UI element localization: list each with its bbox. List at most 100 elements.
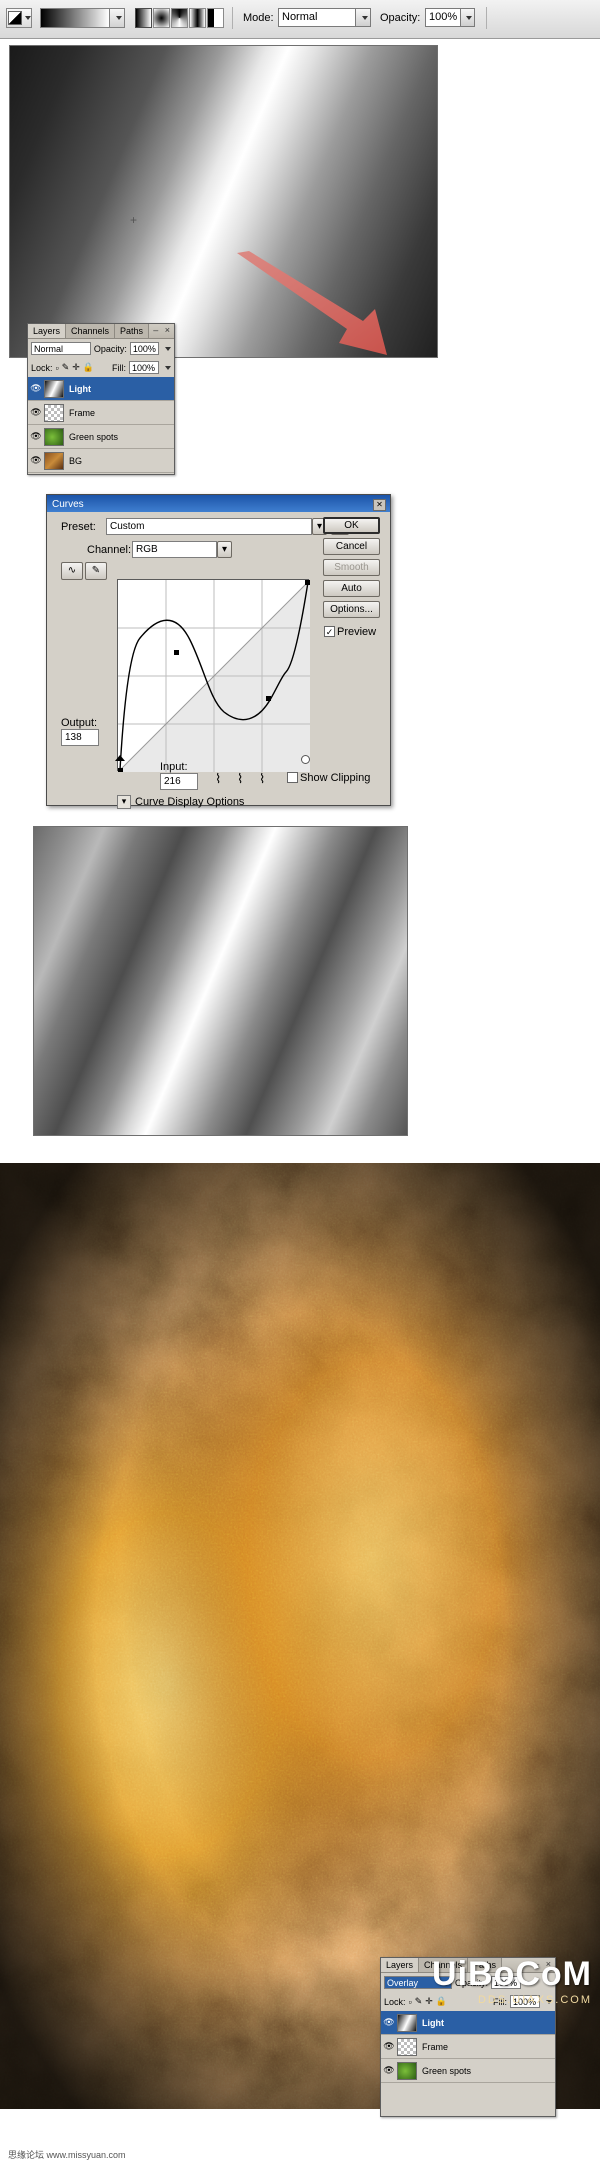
auto-button[interactable]: Auto [323, 580, 380, 597]
eye-icon[interactable]: 👁 [381, 2041, 397, 2052]
output-label: Output: [61, 717, 98, 729]
cancel-button[interactable]: Cancel [323, 538, 380, 555]
expand-chevron-icon[interactable]: ▾ [117, 795, 131, 809]
curve-edit-point-tool-icon[interactable]: ∿ [61, 562, 83, 580]
curve-display-options-label: Curve Display Options [135, 796, 245, 808]
layer-name: Green spots [69, 431, 119, 442]
lock-transparent-icon[interactable]: ▫ [409, 1997, 412, 2007]
show-clipping-label: Show Clipping [300, 772, 371, 784]
curve-pencil-tool-icon[interactable]: ✎ [85, 562, 107, 580]
radial-gradient-icon[interactable] [153, 8, 170, 28]
input-input[interactable]: 216 [160, 773, 198, 790]
eye-icon[interactable]: 👁 [28, 407, 44, 418]
layer-row-green-spots[interactable]: 👁 Green spots [28, 425, 174, 449]
white-point-marker[interactable] [301, 755, 310, 764]
layer-blend-mode-select[interactable]: Normal [31, 342, 91, 355]
opacity-label: Opacity: [380, 12, 421, 24]
eyedropper-white-icon[interactable]: ⌇ [259, 771, 265, 787]
opacity-slider-arrow[interactable] [461, 8, 475, 27]
diamond-gradient-icon[interactable] [207, 8, 224, 28]
watermark: UiBoCoM DDS.UIAXS.COM [432, 1955, 592, 2006]
gradient-preview-swatch[interactable] [40, 8, 110, 28]
layer-opacity-label: Opacity: [93, 343, 127, 354]
curves-graph-svg[interactable] [117, 579, 311, 773]
preset-select[interactable]: Custom [106, 518, 312, 535]
blend-mode-select[interactable]: Normal [278, 8, 356, 27]
linear-gradient-icon[interactable] [135, 8, 152, 28]
opacity-input[interactable]: 100% [425, 8, 461, 27]
palette-window-buttons[interactable]: ‒ × [153, 325, 172, 335]
curves-dialog[interactable]: Curves ✕ Preset: Custom ▾ ≡ Channel: RGB… [46, 494, 391, 809]
eye-icon[interactable]: 👁 [381, 2017, 397, 2028]
lock-transparent-icon[interactable]: ▫ [56, 363, 59, 373]
eye-icon[interactable]: 👁 [28, 455, 44, 466]
palette-tab-bar[interactable]: Layers Channels Paths ‒ × [28, 324, 174, 339]
chevron-down-icon [361, 15, 368, 20]
layer-thumbnail[interactable] [44, 403, 64, 422]
layer-thumbnail[interactable] [397, 2013, 417, 2032]
reflected-gradient-icon[interactable] [189, 8, 206, 28]
document-canvas-gradient[interactable]: + [9, 45, 438, 358]
layer-opacity-input[interactable]: 100% [129, 342, 159, 355]
blend-mode-dropdown-arrow[interactable] [356, 8, 371, 27]
smooth-button: Smooth [323, 559, 380, 576]
layer-name: Green spots [422, 2065, 472, 2076]
layer-name: Frame [69, 407, 96, 418]
channel-dropdown-arrow[interactable]: ▾ [217, 541, 232, 558]
preview-checkbox[interactable]: ✓ [324, 626, 335, 637]
channel-label: Channel: [87, 544, 132, 556]
eye-icon[interactable]: 👁 [381, 2065, 397, 2076]
lock-all-icon[interactable]: 🔒 [83, 362, 94, 373]
eyedropper-black-icon[interactable]: ⌇ [215, 771, 221, 787]
lock-row: Lock: ▫ ✎ ✛ 🔒 Fill: 100% [28, 358, 174, 377]
layer-thumbnail[interactable] [44, 427, 64, 446]
mode-label: Mode: [243, 12, 274, 24]
chevron-down-icon [466, 15, 472, 20]
tab-layers[interactable]: Layers [381, 1958, 420, 1972]
curve-display-options-row[interactable]: ▾ Curve Display Options [117, 795, 244, 809]
document-canvas-result[interactable] [33, 826, 408, 1136]
tab-paths[interactable]: Paths [115, 324, 150, 338]
layer-name: Frame [422, 2041, 449, 2052]
chevron-down-icon[interactable] [165, 346, 171, 351]
layer-row-light[interactable]: 👁 Light [28, 377, 174, 401]
show-clipping-checkbox[interactable] [287, 772, 298, 783]
options-button[interactable]: Options... [323, 601, 380, 618]
layer-row-bg[interactable]: 👁 BG [28, 449, 174, 473]
layer-name: Light [422, 2017, 444, 2028]
layer-thumbnail[interactable] [44, 379, 64, 398]
layer-row-light[interactable]: 👁 Light [381, 2011, 555, 2035]
layer-fill-input[interactable]: 100% [129, 361, 159, 374]
layer-row-frame[interactable]: 👁 Frame [28, 401, 174, 425]
layer-thumbnail[interactable] [397, 2061, 417, 2080]
layers-palette[interactable]: Layers Channels Paths ‒ × Normal Opacity… [27, 323, 175, 475]
annotation-arrow [237, 251, 387, 355]
lock-image-icon[interactable]: ✎ [415, 1996, 423, 2007]
layer-thumbnail[interactable] [44, 451, 64, 470]
dialog-title: Curves [52, 499, 84, 510]
tab-layers[interactable]: Layers [28, 324, 67, 338]
angle-gradient-icon[interactable] [171, 8, 188, 28]
black-point-marker[interactable] [115, 755, 125, 761]
watermark-sub: DDS.UIAXS.COM [477, 1994, 592, 2006]
close-icon[interactable]: ✕ [373, 498, 386, 511]
channel-select[interactable]: RGB [132, 541, 217, 558]
eyedropper-gray-icon[interactable]: ⌇ [237, 771, 243, 787]
gradient-tool-preset-button[interactable] [6, 8, 32, 28]
layer-thumbnail[interactable] [397, 2037, 417, 2056]
watermark-main: UiBoCoM [432, 1955, 592, 1993]
chevron-down-icon [115, 16, 122, 20]
chevron-down-icon [24, 16, 31, 20]
layer-row-frame[interactable]: 👁 Frame [381, 2035, 555, 2059]
curves-graph[interactable] [117, 579, 311, 773]
eye-icon[interactable]: 👁 [28, 383, 44, 394]
lock-position-icon[interactable]: ✛ [72, 362, 80, 373]
lock-image-icon[interactable]: ✎ [62, 362, 70, 373]
eye-icon[interactable]: 👁 [28, 431, 44, 442]
layer-row-green-spots[interactable]: 👁 Green spots [381, 2059, 555, 2083]
gradient-picker-dropdown[interactable] [110, 8, 125, 28]
tab-channels[interactable]: Channels [66, 324, 116, 338]
ok-button[interactable]: OK [323, 517, 380, 534]
output-input[interactable]: 138 [61, 729, 99, 746]
chevron-down-icon[interactable] [165, 365, 171, 370]
